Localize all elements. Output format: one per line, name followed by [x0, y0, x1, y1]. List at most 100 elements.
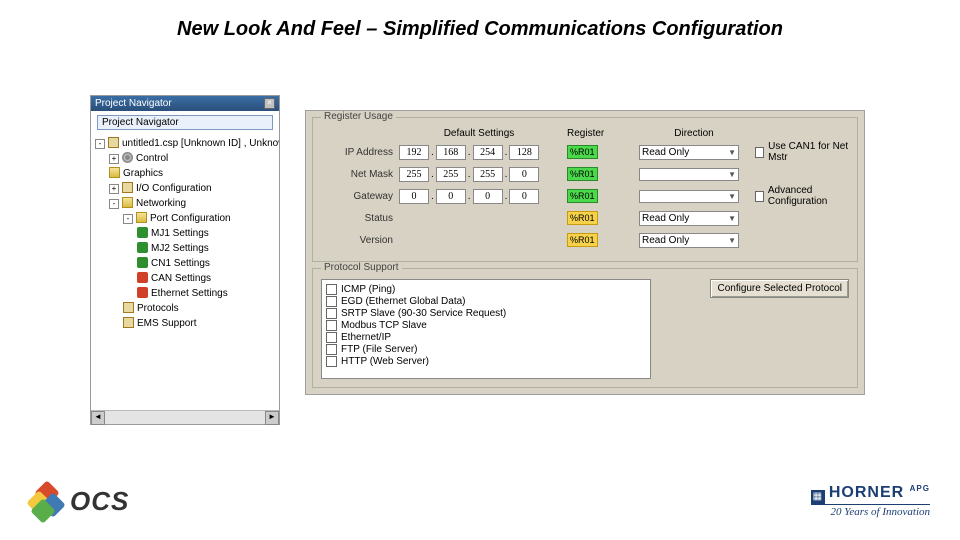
tree-control[interactable]: Control	[136, 153, 168, 164]
register-usage-group: Register Usage Default Settings Register…	[312, 117, 858, 262]
ip-oct3[interactable]	[473, 145, 503, 160]
scroll-right-icon[interactable]: ►	[265, 411, 279, 425]
gw-oct3[interactable]	[473, 189, 503, 204]
tree-cn1[interactable]: CN1 Settings	[151, 258, 210, 269]
reg-ip[interactable]: %R01	[567, 145, 598, 159]
tree-can[interactable]: CAN Settings	[151, 273, 211, 284]
scroll-left-icon[interactable]: ◄	[91, 411, 105, 425]
dir-version-select[interactable]: Read Only▼	[639, 233, 739, 248]
proto-checkbox[interactable]	[326, 308, 337, 319]
expand-icon[interactable]: -	[95, 139, 105, 149]
gear-icon	[122, 152, 133, 163]
horner-tagline: 20 Years of Innovation	[811, 504, 930, 518]
workspace: Project Navigator × Project Navigator - u…	[90, 95, 870, 435]
tree-mj2[interactable]: MJ2 Settings	[151, 243, 209, 254]
ip-oct1[interactable]	[399, 145, 429, 160]
hdr-register: Register	[559, 128, 639, 139]
row-ip: IP Address ... %R01 Read Only▼ Use CAN1 …	[321, 143, 849, 161]
label-ip: IP Address	[321, 147, 399, 158]
slide-title: New Look And Feel – Simplified Communica…	[0, 0, 960, 47]
expand-icon[interactable]: +	[109, 154, 119, 164]
hdr-default: Default Settings	[399, 128, 559, 139]
tree-networking[interactable]: Networking	[136, 198, 186, 209]
proto-checkbox[interactable]	[326, 356, 337, 367]
label-status: Status	[321, 213, 399, 224]
group-legend: Register Usage	[321, 111, 396, 122]
use-can-label: Use CAN1 for Net Mstr	[768, 141, 849, 163]
reg-gw[interactable]: %R01	[567, 189, 598, 203]
protocol-list[interactable]: ICMP (Ping) EGD (Ethernet Global Data) S…	[321, 279, 651, 379]
list-item[interactable]: FTP (File Server)	[326, 344, 646, 355]
proto-checkbox[interactable]	[326, 344, 337, 355]
header-row: Default Settings Register Direction	[321, 128, 849, 139]
chevron-down-icon: ▼	[728, 214, 736, 223]
tree-graphics[interactable]: Graphics	[123, 168, 163, 179]
apg-text: APG	[910, 484, 930, 493]
ocs-logo-text: OCS	[70, 486, 129, 517]
list-item[interactable]: ICMP (Ping)	[326, 284, 646, 295]
gw-oct4[interactable]	[509, 189, 539, 204]
ip-oct2[interactable]	[436, 145, 466, 160]
ip-oct4[interactable]	[509, 145, 539, 160]
mask-oct2[interactable]	[436, 167, 466, 182]
gw-oct1[interactable]	[399, 189, 429, 204]
reg-status[interactable]: %R01	[567, 211, 598, 225]
close-icon[interactable]: ×	[264, 98, 275, 109]
nav-tree[interactable]: - untitled1.csp [Unknown ID] , Unknow + Co…	[91, 134, 279, 404]
mask-oct3[interactable]	[473, 167, 503, 182]
row-gw: Gateway ... %R01 ▼ Advanced Configuratio…	[321, 187, 849, 205]
reg-version[interactable]: %R01	[567, 233, 598, 247]
dir-status-select[interactable]: Read Only▼	[639, 211, 739, 226]
horner-logo: ▦HORNER APG 20 Years of Innovation	[811, 484, 930, 518]
list-item[interactable]: SRTP Slave (90-30 Service Request)	[326, 308, 646, 319]
expand-icon[interactable]: +	[109, 184, 119, 194]
row-mask: Net Mask ... %R01 ▼	[321, 165, 849, 183]
chevron-down-icon: ▼	[728, 236, 736, 245]
configure-protocol-button[interactable]: Configure Selected Protocol	[710, 279, 849, 298]
port-icon	[137, 242, 148, 253]
proto-checkbox[interactable]	[326, 332, 337, 343]
port-icon	[137, 227, 148, 238]
row-status: Status %R01 Read Only▼	[321, 209, 849, 227]
tree-mj1[interactable]: MJ1 Settings	[151, 228, 209, 239]
ems-icon	[123, 317, 134, 328]
tree-protocols[interactable]: Protocols	[137, 303, 179, 314]
expand-icon[interactable]: -	[123, 214, 133, 224]
nav-titlebar: Project Navigator ×	[91, 96, 279, 111]
chevron-down-icon: ▼	[728, 148, 736, 157]
proto-checkbox[interactable]	[326, 296, 337, 307]
dir-gw-select[interactable]: ▼	[639, 190, 739, 203]
tree-eth[interactable]: Ethernet Settings	[151, 288, 228, 299]
gw-oct2[interactable]	[436, 189, 466, 204]
list-item[interactable]: Ethernet/IP	[326, 332, 646, 343]
list-item[interactable]: HTTP (Web Server)	[326, 356, 646, 367]
use-can-checkbox[interactable]	[755, 147, 764, 158]
expand-icon[interactable]: -	[109, 199, 119, 209]
dir-ip-select[interactable]: Read Only▼	[639, 145, 739, 160]
list-item[interactable]: Modbus TCP Slave	[326, 320, 646, 331]
logo-square-icon: ▦	[811, 490, 825, 504]
proto-icon	[123, 302, 134, 313]
ip-input: ...	[399, 145, 559, 160]
label-gw: Gateway	[321, 191, 399, 202]
tree-portcfg[interactable]: Port Configuration	[150, 213, 231, 224]
tree-io[interactable]: I/O Configuration	[136, 183, 212, 194]
mask-oct1[interactable]	[399, 167, 429, 182]
list-item[interactable]: EGD (Ethernet Global Data)	[326, 296, 646, 307]
eth-icon	[137, 287, 148, 298]
port-icon	[137, 257, 148, 268]
group-legend-proto: Protocol Support	[321, 262, 402, 273]
reg-mask[interactable]: %R01	[567, 167, 598, 181]
tree-root[interactable]: untitled1.csp [Unknown ID] , Unknow	[122, 138, 279, 149]
mask-oct4[interactable]	[509, 167, 539, 182]
nav-title-text: Project Navigator	[95, 98, 172, 109]
proto-checkbox[interactable]	[326, 284, 337, 295]
adv-cfg-checkbox[interactable]	[755, 191, 764, 202]
dir-mask-select[interactable]: ▼	[639, 168, 739, 181]
scrollbar-horizontal[interactable]: ◄ ►	[91, 410, 279, 424]
tree-ems[interactable]: EMS Support	[137, 318, 196, 329]
proto-checkbox[interactable]	[326, 320, 337, 331]
row-version: Version %R01 Read Only▼	[321, 231, 849, 249]
folder-icon	[109, 167, 120, 178]
folder-icon	[122, 197, 133, 208]
